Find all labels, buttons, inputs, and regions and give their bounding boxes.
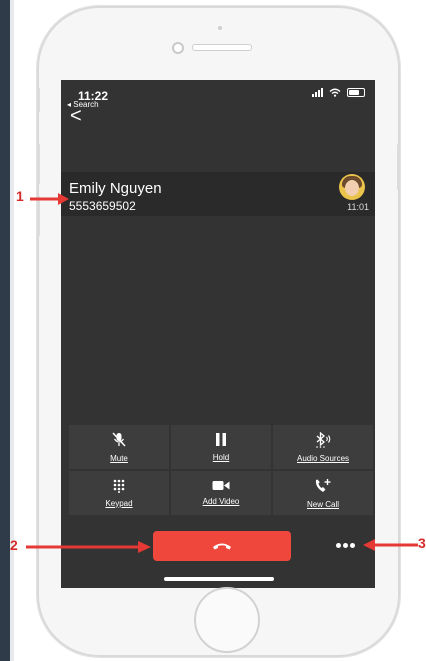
caller-name: Emily Nguyen — [69, 180, 162, 197]
audio-sources-button[interactable]: Audio Sources — [273, 425, 373, 469]
callout-number-2: 2 — [10, 537, 18, 553]
proximity-sensor — [218, 26, 222, 30]
pause-icon — [216, 433, 226, 446]
callout-arrow-2 — [26, 541, 151, 553]
status-icons — [312, 88, 365, 97]
add-video-button[interactable]: Add Video — [171, 471, 271, 515]
end-call-button[interactable] — [153, 531, 291, 561]
video-camera-icon — [212, 481, 230, 490]
more-dots-icon[interactable] — [333, 536, 357, 554]
mute-label: Mute — [110, 453, 128, 463]
bluetooth-icon — [316, 431, 331, 448]
battery-icon — [347, 88, 365, 97]
callout-number-1: 1 — [16, 188, 24, 204]
home-button[interactable] — [194, 587, 260, 653]
hang-up-icon — [213, 543, 231, 550]
keypad-button[interactable]: Keypad — [69, 471, 169, 515]
new-call-button[interactable]: New Call — [273, 471, 373, 515]
mute-button[interactable]: Mute — [69, 425, 169, 469]
side-button-silent — [37, 88, 40, 112]
front-camera — [172, 42, 184, 54]
window-frame-strip — [0, 0, 10, 661]
new-call-label: New Call — [306, 499, 339, 509]
avatar — [339, 174, 365, 200]
callout-arrow-1 — [30, 193, 69, 205]
side-button-power — [397, 144, 400, 190]
add-video-label: Add Video — [202, 497, 240, 506]
keypad-icon — [113, 479, 125, 493]
callout-number-3: 3 — [418, 535, 426, 551]
hold-button[interactable]: Hold — [171, 425, 271, 469]
window-frame-edge — [10, 0, 14, 661]
add-call-icon — [315, 478, 331, 492]
earpiece-speaker — [192, 44, 252, 51]
mic-off-icon — [112, 431, 126, 447]
caller-card: Emily Nguyen 5553659502 11:01 — [61, 172, 375, 216]
home-indicator[interactable] — [164, 577, 274, 581]
signal-icon — [312, 88, 323, 97]
keypad-label: Keypad — [105, 498, 133, 508]
call-controls-grid: Mute Hold Audio Sources Keypad Add Video… — [69, 425, 373, 515]
call-duration: 11:01 — [347, 202, 369, 212]
side-button-volume-up — [37, 144, 40, 184]
audio-sources-label: Audio Sources — [296, 453, 350, 463]
wifi-icon — [329, 88, 341, 97]
callout-arrow-3 — [363, 539, 418, 551]
call-screen: 11:22 ◂ Search < Emily Nguyen 5553659502… — [61, 80, 375, 588]
hold-label: Hold — [212, 453, 230, 462]
back-chevron-icon[interactable]: < — [70, 106, 82, 126]
caller-number: 5553659502 — [69, 199, 136, 213]
